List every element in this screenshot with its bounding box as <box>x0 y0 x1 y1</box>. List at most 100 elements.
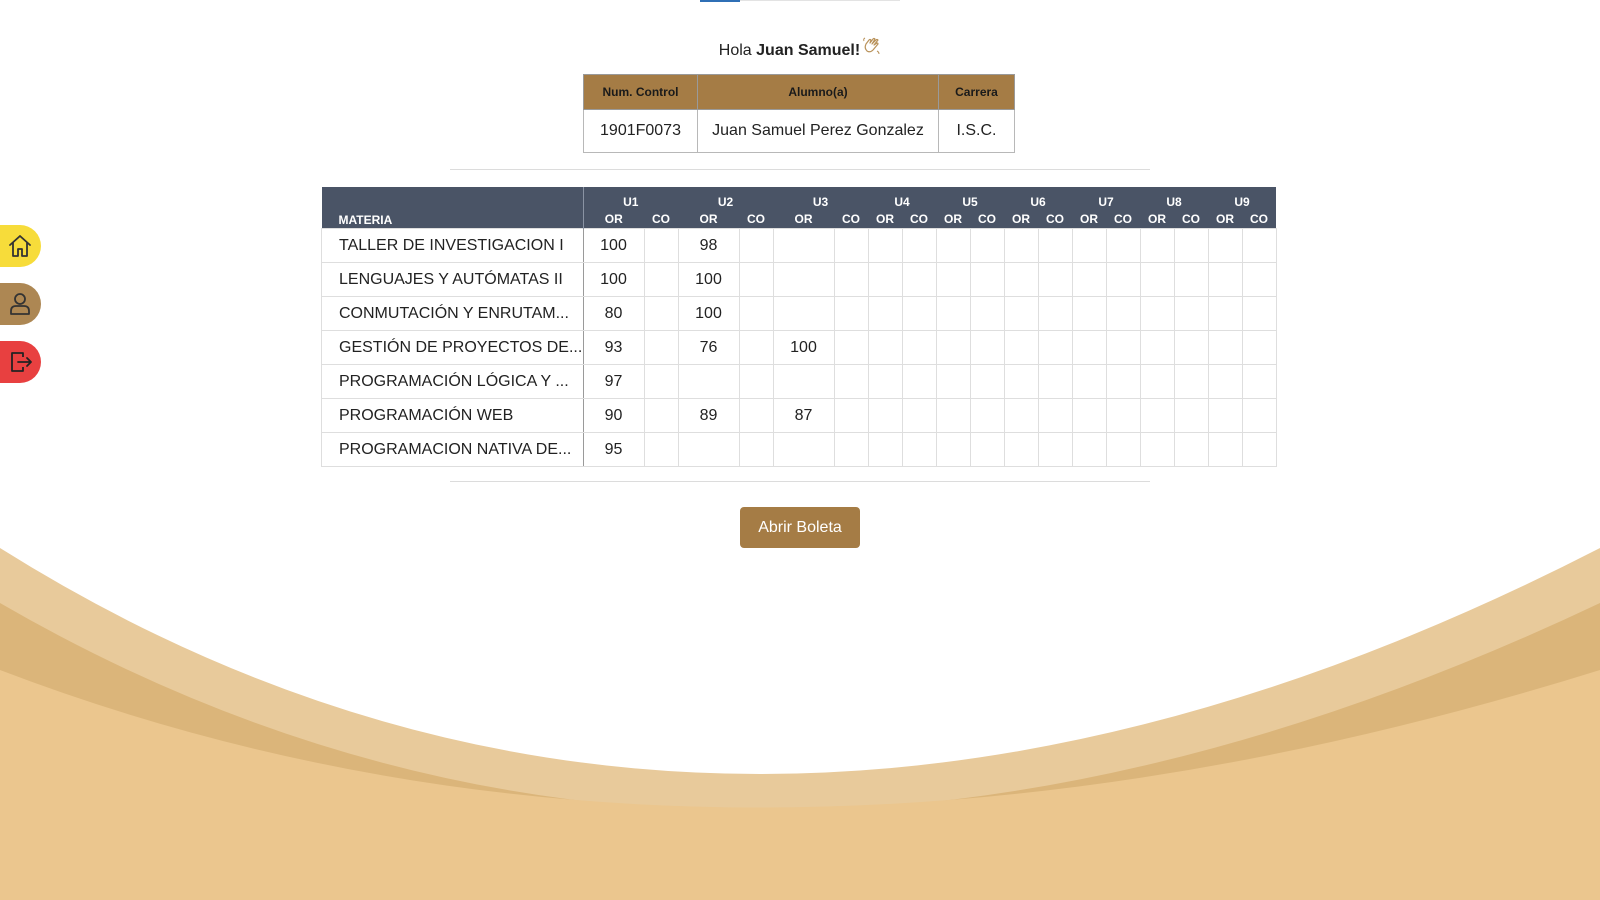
subheader-co: CO <box>644 209 678 229</box>
profile-button[interactable] <box>0 283 41 325</box>
grade-co-u9 <box>1241 262 1277 297</box>
grade-or-u3 <box>772 432 835 467</box>
grade-row: GESTIÓN DE PROYECTOS DE... 93 76 100 <box>321 330 1277 365</box>
grade-co-u4 <box>901 296 937 331</box>
grade-or-u4 <box>867 262 903 297</box>
grade-co-u3 <box>833 228 869 263</box>
logout-icon <box>10 352 32 372</box>
user-icon <box>9 293 30 315</box>
grade-or-u1: 95 <box>582 432 645 467</box>
grade-co-u6 <box>1037 228 1073 263</box>
grade-or-u5 <box>935 398 971 433</box>
grade-or-u4 <box>867 398 903 433</box>
grade-or-u3: 100 <box>772 330 835 365</box>
grade-or-u8 <box>1139 262 1175 297</box>
open-boleta-button[interactable]: Abrir Boleta <box>740 507 860 548</box>
grade-co-u2 <box>738 228 774 263</box>
grade-or-u9 <box>1207 330 1243 365</box>
grade-co-u9 <box>1241 364 1277 399</box>
grade-row: CONMUTACIÓN Y ENRUTAM... 80 100 <box>321 296 1277 331</box>
grade-or-u8 <box>1139 364 1175 399</box>
greeting-name: Juan Samuel <box>756 42 855 59</box>
unit-header-u7: U7 <box>1072 187 1140 209</box>
grade-or-u6 <box>1003 262 1039 297</box>
grade-co-u4 <box>901 432 937 467</box>
unit-header-row: MATERIA U1 U2 U3 U4 U5 U6 U7 U8 U9 <box>321 187 1276 229</box>
grade-or-u3 <box>772 262 835 297</box>
grade-co-u5 <box>969 364 1005 399</box>
grade-or-u6 <box>1003 364 1039 399</box>
unit-header-u8: U8 <box>1140 187 1208 209</box>
grade-co-u3 <box>833 398 869 433</box>
subheader-or: OR <box>1072 209 1106 229</box>
grade-or-u6 <box>1003 330 1039 365</box>
grade-co-u4 <box>901 262 937 297</box>
grade-co-u5 <box>969 296 1005 331</box>
grade-co-u9 <box>1241 398 1277 433</box>
home-icon <box>8 235 31 257</box>
grade-co-u7 <box>1105 432 1141 467</box>
grade-or-u5 <box>935 364 971 399</box>
grade-row: TALLER DE INVESTIGACION I 100 98 <box>321 228 1277 263</box>
grade-co-u1 <box>643 330 679 365</box>
subject-name: GESTIÓN DE PROYECTOS DE... <box>321 330 584 365</box>
waving-hand-icon <box>861 36 881 61</box>
grade-or-u2: 100 <box>677 296 740 331</box>
grade-row: LENGUAJES Y AUTÓMATAS II 100 100 <box>321 262 1277 297</box>
student-info-header-row: Num. Control Alumno(a) Carrera <box>583 74 1015 110</box>
grade-co-u7 <box>1105 296 1141 331</box>
grade-co-u2 <box>738 432 774 467</box>
grade-or-u9 <box>1207 364 1243 399</box>
subheader-or: OR <box>936 209 970 229</box>
subheader-co: CO <box>970 209 1004 229</box>
grade-or-u5 <box>935 296 971 331</box>
subheader-or: OR <box>678 209 739 229</box>
student-info-row: 1901F0073 Juan Samuel Perez Gonzalez I.S… <box>583 109 1015 153</box>
grade-or-u1: 90 <box>582 398 645 433</box>
grade-or-u9 <box>1207 398 1243 433</box>
grade-co-u9 <box>1241 330 1277 365</box>
grade-or-u2: 89 <box>677 398 740 433</box>
grade-row: PROGRAMACIÓN LÓGICA Y ... 97 <box>321 364 1277 399</box>
grade-co-u7 <box>1105 364 1141 399</box>
subheader-co: CO <box>1174 209 1208 229</box>
grade-co-u2 <box>738 330 774 365</box>
grade-or-u1: 93 <box>582 330 645 365</box>
grade-co-u6 <box>1037 432 1073 467</box>
grade-co-u3 <box>833 330 869 365</box>
grade-co-u5 <box>969 262 1005 297</box>
grade-or-u7 <box>1071 398 1107 433</box>
header-carrera: Carrera <box>938 74 1015 110</box>
grade-co-u9 <box>1241 228 1277 263</box>
grade-or-u7 <box>1071 228 1107 263</box>
grade-or-u4 <box>867 330 903 365</box>
grade-or-u3: 87 <box>772 398 835 433</box>
grade-or-u5 <box>935 228 971 263</box>
grade-or-u1: 80 <box>582 296 645 331</box>
subheader-or: OR <box>1004 209 1038 229</box>
subheader-or: OR <box>868 209 902 229</box>
header-num-control: Num. Control <box>583 74 698 110</box>
unit-header-u5: U5 <box>936 187 1004 209</box>
grade-co-u2 <box>738 296 774 331</box>
logout-button[interactable] <box>0 341 41 383</box>
grade-or-u5 <box>935 432 971 467</box>
grade-or-u7 <box>1071 262 1107 297</box>
subheader-or: OR <box>773 209 834 229</box>
alumno-value: Juan Samuel Perez Gonzalez <box>697 109 939 153</box>
top-nav-indicator <box>700 0 900 2</box>
subheader-co: CO <box>1242 209 1276 229</box>
grade-co-u3 <box>833 432 869 467</box>
grade-co-u7 <box>1105 330 1141 365</box>
unit-header-u1: U1 <box>583 187 678 209</box>
home-button[interactable] <box>0 225 41 267</box>
subject-name: PROGRAMACION NATIVA DE... <box>321 432 584 467</box>
active-tab-underline <box>700 0 740 2</box>
grade-or-u1: 100 <box>582 262 645 297</box>
grade-co-u7 <box>1105 228 1141 263</box>
subheader-co: CO <box>739 209 773 229</box>
grade-co-u1 <box>643 398 679 433</box>
grade-co-u5 <box>969 330 1005 365</box>
grade-or-u3 <box>772 364 835 399</box>
grade-or-u2: 98 <box>677 228 740 263</box>
